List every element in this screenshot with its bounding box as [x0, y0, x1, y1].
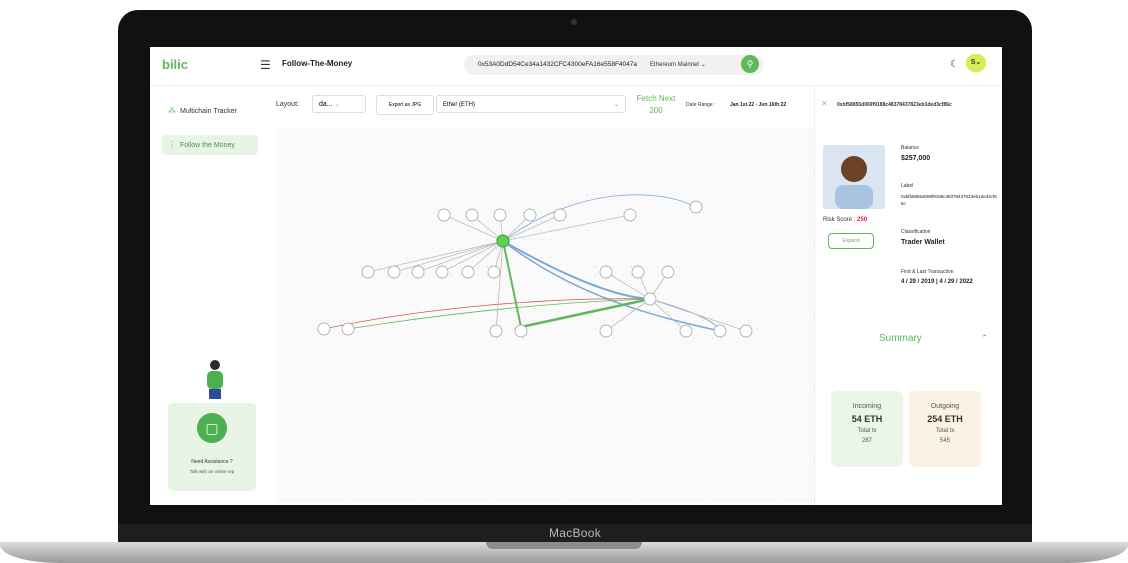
date-range-picker[interactable]: Jan 1st 22 - Jun 16th 22: [730, 102, 786, 108]
sidebar-item-label: Multichain Tracker: [180, 108, 237, 115]
graph-canvas[interactable]: [276, 127, 814, 503]
chat-icon[interactable]: ▢: [197, 413, 227, 443]
assistance-card[interactable]: ▢ Need Assistance ? Talk with an online …: [168, 403, 256, 491]
laptop-base: [0, 542, 1128, 563]
app-logo[interactable]: bilic: [162, 57, 188, 72]
app-screen: bilic ☰ Follow-The-Money 0x53A0DdD54Ce34…: [150, 47, 1002, 505]
export-button[interactable]: Export as JPG: [376, 95, 434, 115]
fetch-next-button[interactable]: Fetch Next 200: [632, 93, 680, 117]
dark-mode-toggle-icon[interactable]: ☾: [950, 59, 959, 70]
search-address[interactable]: 0x53A0DdD54Ce34a1432CFC4300eFA16e558F404…: [478, 61, 637, 68]
chevron-up-icon[interactable]: ⌃: [981, 333, 989, 344]
device-brand-label: MacBook: [118, 524, 1032, 542]
date-range-label: Date Range :: [686, 102, 716, 108]
summary-heading: Summary: [879, 333, 922, 344]
flow-icon: ⋮: [168, 140, 176, 149]
laptop-notch: [486, 542, 642, 549]
graph-toolbar: Layout: da... ⌄ Export as JPG Ether (ETH…: [276, 89, 816, 123]
risk-score: Risk Score : 250: [823, 217, 868, 223]
transaction-dates-field: First & Last Transaction 4 / 29 / 2019 | …: [901, 269, 973, 285]
balance-field: Balance $257,000: [901, 145, 931, 162]
top-bar: bilic ☰ Follow-The-Money 0x53A0DdD54Ce34…: [150, 47, 1002, 86]
hamburger-menu-icon[interactable]: ☰: [260, 58, 271, 72]
classification-field: Classification Trader Wallet: [901, 229, 945, 246]
label-field: Label 0xbf58855d069f9188c48378437823eb1de…: [901, 183, 997, 206]
multichain-icon: ⁂: [168, 106, 176, 115]
layout-label: Layout:: [276, 101, 299, 108]
wallet-detail-panel: ✕ 0xbf58855d069f9188c48378437823eb1ded3c…: [814, 87, 1002, 505]
layout-select[interactable]: da... ⌄: [312, 95, 366, 113]
search-icon: ⚲: [746, 59, 754, 69]
assist-title: Need Assistance ?: [191, 459, 233, 465]
chevron-down-icon: ⌄: [700, 62, 706, 68]
expand-button[interactable]: Expand: [828, 233, 874, 249]
search-input[interactable]: 0x53A0DdD54Ce34a1432CFC4300eFA16e558F404…: [464, 55, 764, 75]
sidebar-item-multichain-tracker[interactable]: ⁂ Multichain Tracker: [162, 101, 258, 121]
incoming-card: Incoming 54 ETH Total tx 287: [831, 391, 903, 467]
transaction-graph[interactable]: [276, 127, 814, 503]
assist-subtitle: Talk with an online rep: [189, 469, 235, 474]
chevron-down-icon: ⌄: [334, 101, 341, 108]
chevron-down-icon: ⌄: [613, 102, 619, 108]
outgoing-card: Outgoing 254 ETH Total tx 545: [909, 391, 981, 467]
close-icon[interactable]: ✕: [821, 99, 828, 108]
asset-select[interactable]: Ether (ETH) ⌄: [436, 95, 626, 113]
assistant-illustration: [207, 360, 223, 399]
sidebar-item-label: Follow the Money: [180, 142, 235, 149]
search-button[interactable]: ⚲: [741, 55, 759, 73]
camera-icon: [571, 19, 577, 25]
page-title: Follow-The-Money: [282, 59, 353, 68]
wallet-owner-photo: [823, 145, 885, 209]
sidebar-item-follow-the-money[interactable]: ⋮ Follow the Money: [162, 135, 258, 155]
wallet-address: 0xbf58855d069f9188c48378437823eb1ded3cf8…: [837, 102, 952, 108]
network-select[interactable]: Ethereum Mainnet ⌄: [650, 61, 706, 68]
avatar[interactable]: S⌄: [966, 54, 986, 72]
